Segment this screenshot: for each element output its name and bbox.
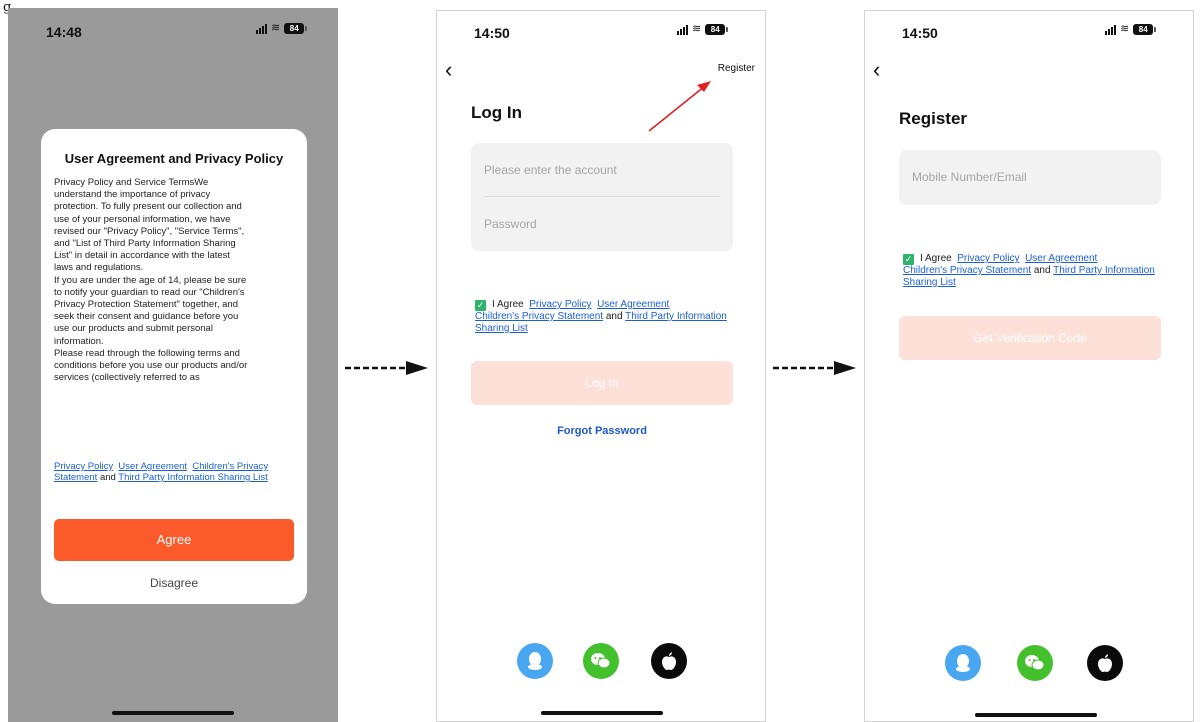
phone-screen-agreement: 14:48 ≋ 84 User Agreement and Privacy Po…	[8, 8, 338, 722]
user-agreement-link[interactable]: User Agreement	[118, 461, 187, 472]
and-text: and	[1033, 265, 1051, 276]
body-line: information.	[54, 335, 104, 347]
battery-icon: 84	[1133, 24, 1157, 35]
back-arrow-icon[interactable]: ‹	[873, 59, 880, 81]
agreement-row: ✓ I Agree Privacy Policy User Agreement C…	[475, 299, 735, 335]
status-icons: ≋ 84	[677, 23, 729, 35]
privacy-policy-link[interactable]: Privacy Policy	[54, 461, 113, 472]
flow-arrow	[345, 361, 428, 375]
login-button[interactable]: Log In	[471, 361, 733, 405]
annotation-arrow	[648, 81, 711, 132]
apple-icon[interactable]	[1087, 645, 1123, 681]
mobile-field: Mobile Number/Email	[899, 150, 1161, 205]
body-line: List" in detail in accordance with the l…	[54, 250, 231, 262]
body-line: services (collectively referred to as	[54, 372, 200, 384]
status-time: 14:50	[474, 25, 510, 41]
battery-icon: 84	[284, 23, 308, 34]
wechat-icon[interactable]	[583, 643, 619, 679]
agreement-row: ✓ I Agree Privacy Policy User Agreement C…	[903, 253, 1163, 289]
qq-icon[interactable]	[945, 645, 981, 681]
wifi-icon: ≋	[692, 23, 702, 35]
status-time: 14:50	[902, 25, 938, 41]
status-time: 14:48	[46, 24, 82, 40]
qq-icon[interactable]	[517, 643, 553, 679]
user-agreement-link[interactable]: User Agreement	[1025, 253, 1097, 264]
page-title: Log In	[471, 103, 522, 122]
third-party-link[interactable]: Third Party Information Sharing List	[118, 472, 267, 483]
body-line: protection. To fully present our collect…	[54, 201, 242, 213]
battery-icon: 84	[705, 24, 729, 35]
body-line: use of your personal information, we hav…	[54, 213, 231, 225]
body-line: use our products and submit personal	[54, 323, 213, 335]
body-line: understand the importance of privacy	[54, 189, 211, 201]
account-input[interactable]: Please enter the account	[484, 163, 617, 177]
phone-screen-register: 14:50 ≋ 84 ‹ Register Mobile Number/Emai…	[864, 10, 1194, 722]
field-divider	[484, 196, 720, 197]
signal-icon	[256, 23, 267, 34]
body-line: conditions before you use our products a…	[54, 360, 248, 372]
agreement-dialog: User Agreement and Privacy Policy Privac…	[41, 129, 307, 604]
signal-icon	[677, 24, 688, 35]
checkbox-checked-icon[interactable]: ✓	[903, 254, 914, 265]
and-text: and	[605, 311, 623, 322]
and-text: and	[99, 472, 116, 483]
back-arrow-icon[interactable]: ‹	[445, 59, 452, 81]
body-line: seek their consent and guidance before y…	[54, 311, 239, 323]
home-indicator	[112, 711, 234, 715]
childrens-statement-link[interactable]: Children's Privacy Statement	[903, 265, 1031, 276]
body-line: Privacy Policy and Service TermsWe	[54, 177, 209, 188]
body-line: Privacy Protection Statement" together, …	[54, 299, 238, 311]
dialog-body[interactable]: Privacy Policy and Service TermsWe under…	[54, 177, 296, 384]
page-title: Register	[899, 109, 968, 128]
childrens-statement-link[interactable]: Children's Privacy Statement	[475, 311, 603, 322]
home-indicator	[975, 713, 1097, 717]
forgot-password-link[interactable]: Forgot Password	[437, 425, 765, 437]
checkbox-checked-icon[interactable]: ✓	[475, 300, 486, 311]
apple-icon[interactable]	[651, 643, 687, 679]
disagree-button[interactable]: Disagree	[41, 576, 307, 590]
status-icons: ≋ 84	[1105, 23, 1157, 35]
agree-label: I Agree	[920, 253, 952, 264]
dialog-links: Privacy Policy User Agreement Children's…	[54, 461, 300, 483]
register-link[interactable]: Register	[718, 63, 755, 74]
body-line: If you are under the age of 14, please b…	[54, 274, 247, 286]
phone-screen-login: 14:50 ≋ 84 ‹ Register Log In Please ente…	[436, 10, 766, 722]
home-indicator	[541, 711, 663, 715]
mobile-email-input[interactable]: Mobile Number/Email	[912, 170, 1027, 184]
agree-button[interactable]: Agree	[54, 519, 294, 561]
password-input[interactable]: Password	[484, 217, 537, 231]
flow-arrow	[773, 361, 856, 375]
privacy-policy-link[interactable]: Privacy Policy	[529, 299, 591, 310]
status-icons: ≋ 84	[256, 22, 308, 34]
agree-label: I Agree	[492, 299, 524, 310]
body-line: laws and regulations.	[54, 262, 144, 274]
wifi-icon: ≋	[1120, 23, 1130, 35]
body-line: and "List of Third Party Information Sha…	[54, 238, 236, 250]
dialog-title: User Agreement and Privacy Policy	[64, 151, 284, 166]
user-agreement-link[interactable]: User Agreement	[597, 299, 669, 310]
body-line: Please read through the following terms …	[54, 347, 240, 359]
wechat-icon[interactable]	[1017, 645, 1053, 681]
privacy-policy-link[interactable]: Privacy Policy	[957, 253, 1019, 264]
body-line: revised our "Privacy Policy", "Service T…	[54, 225, 245, 237]
body-line: to notify your guardian to read our "Chi…	[54, 286, 245, 298]
wifi-icon: ≋	[271, 22, 281, 34]
signal-icon	[1105, 24, 1116, 35]
get-verification-code-button[interactable]: Get Verification Code	[899, 316, 1161, 360]
login-form: Please enter the account Password	[471, 143, 733, 251]
